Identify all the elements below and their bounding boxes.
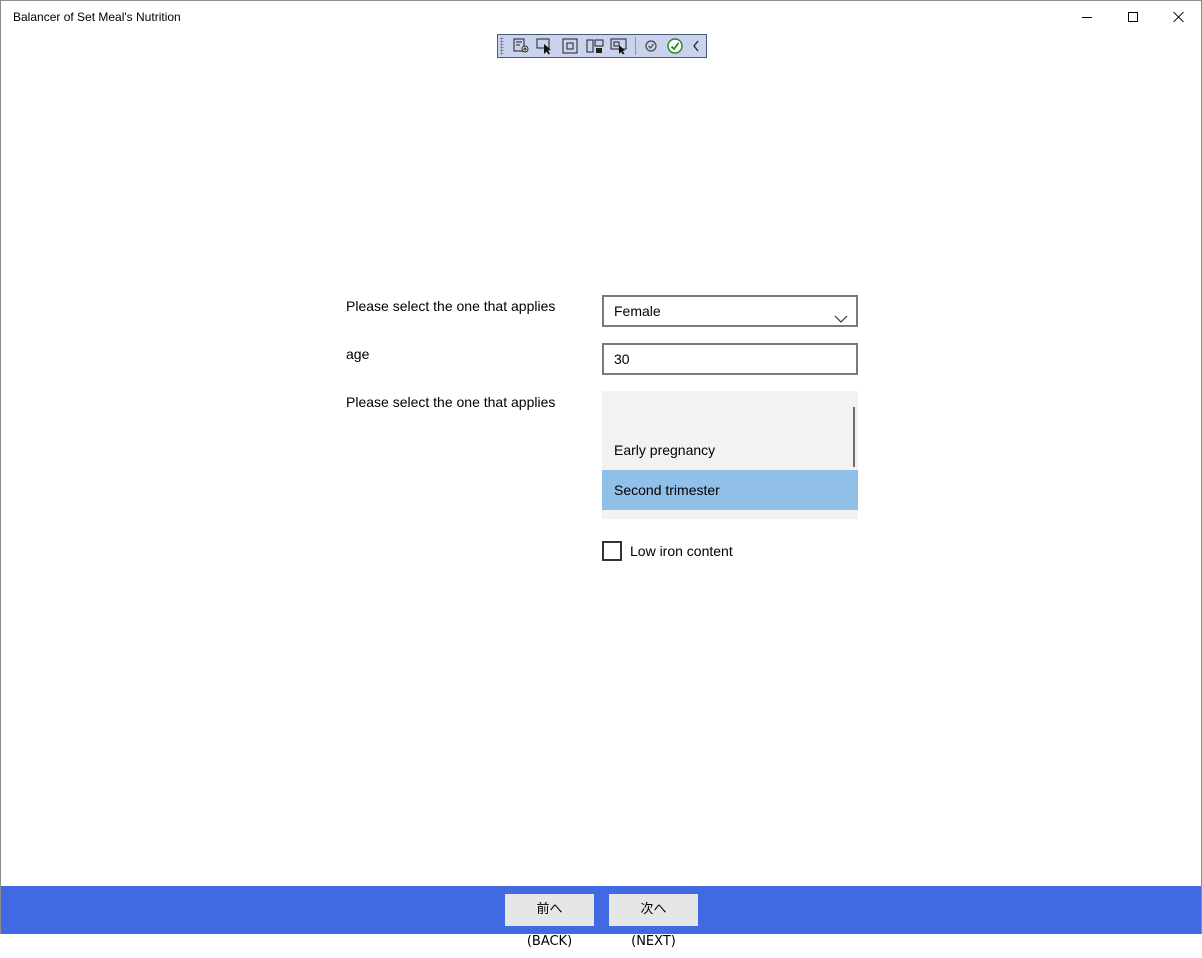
collapse-toolbar-icon[interactable]: [689, 36, 703, 56]
xaml-debug-toolbar: [497, 34, 707, 58]
footer-bar: 前へ(BACK) 次へ(NEXT): [1, 886, 1201, 949]
low-iron-checkbox-row[interactable]: Low iron content: [602, 540, 733, 561]
title-bar[interactable]: Balancer of Set Meal's Nutrition: [1, 1, 1201, 33]
minimize-icon: [1082, 16, 1092, 18]
back-button[interactable]: 前へ(BACK): [505, 894, 594, 949]
category-label: Please select the one that applies: [346, 298, 556, 314]
list-item-second-trimester[interactable]: Second trimester: [602, 470, 858, 510]
select-element-icon[interactable]: [535, 36, 557, 56]
chevron-down-icon: [834, 305, 848, 333]
preview-selection-icon[interactable]: [608, 36, 630, 56]
low-iron-checkbox[interactable]: [602, 540, 622, 561]
age-label: age: [346, 346, 370, 362]
maximize-button[interactable]: [1110, 1, 1156, 33]
toolbar-separator: [635, 37, 637, 55]
minimize-button[interactable]: [1064, 1, 1110, 33]
display-layout-adorners-icon[interactable]: [559, 36, 581, 56]
category-selected-value: Female: [614, 303, 661, 319]
window-title: Balancer of Set Meal's Nutrition: [13, 10, 181, 24]
status-listbox[interactable]: Early pregnancy Second trimester: [602, 391, 858, 519]
app-window: Balancer of Set Meal's Nutrition Please …: [0, 0, 1202, 949]
close-button[interactable]: [1156, 1, 1202, 33]
listbox-scrollbar[interactable]: [853, 407, 855, 467]
list-item[interactable]: [602, 391, 858, 429]
low-iron-label: Low iron content: [630, 542, 733, 559]
category-combobox[interactable]: Female: [602, 295, 858, 327]
toolbar-grip-icon[interactable]: [500, 37, 504, 55]
binding-failures-icon[interactable]: [640, 36, 662, 56]
next-button[interactable]: 次へ(NEXT): [609, 894, 698, 949]
age-input[interactable]: 30: [602, 343, 858, 375]
close-icon: [1173, 11, 1185, 23]
status-label: Please select the one that applies: [346, 394, 556, 410]
list-item-early-pregnancy[interactable]: Early pregnancy: [602, 430, 858, 470]
hot-reload-ok-icon[interactable]: [665, 36, 687, 56]
live-visual-tree-icon[interactable]: [510, 36, 532, 56]
track-focus-icon[interactable]: [584, 36, 606, 56]
age-value: 30: [614, 351, 630, 367]
maximize-icon: [1128, 12, 1138, 22]
